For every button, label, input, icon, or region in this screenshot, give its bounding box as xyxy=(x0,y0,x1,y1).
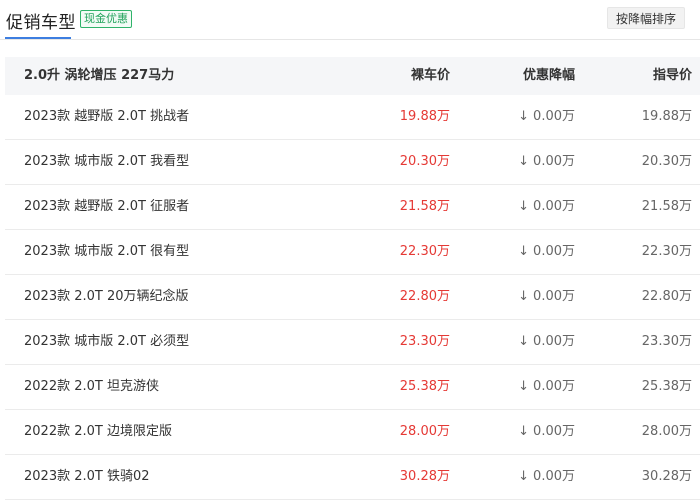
guide-price: 21.58万 xyxy=(641,199,692,214)
model-name[interactable]: 2022款 2.0T 坦克游侠 xyxy=(24,365,159,409)
model-name[interactable]: 2023款 2.0T 铁骑02 xyxy=(24,455,150,499)
table-row[interactable]: 2023款 城市版 2.0T 很有型 22.30万 ↓ 0.00万 22.30万 xyxy=(5,230,700,275)
discount-amount: 0.00万 xyxy=(533,334,575,349)
table-row[interactable]: 2023款 2.0T 20万辆纪念版 22.80万 ↓ 0.00万 22.80万 xyxy=(5,275,700,320)
discount-amount: 0.00万 xyxy=(533,109,575,124)
table-row[interactable]: 2022款 2.0T 坦克游侠 25.38万 ↓ 0.00万 25.38万 xyxy=(5,365,700,410)
table-row[interactable]: 2022款 2.0T 边境限定版 28.00万 ↓ 0.00万 28.00万 xyxy=(5,410,700,455)
discount-value: ↓ 0.00万 xyxy=(518,410,575,454)
bare-price: 22.30万 xyxy=(399,244,450,259)
table-row[interactable]: 2023款 城市版 2.0T 必须型 23.30万 ↓ 0.00万 23.30万 xyxy=(5,320,700,365)
promo-header: 促销车型 现金优惠 按降幅排序 xyxy=(0,0,700,40)
discount-amount: 0.00万 xyxy=(533,379,575,394)
discount-value: ↓ 0.00万 xyxy=(518,455,575,499)
discount-value: ↓ 0.00万 xyxy=(518,140,575,184)
arrow-down-icon: ↓ xyxy=(518,289,530,304)
table-body: 2023款 越野版 2.0T 挑战者 19.88万 ↓ 0.00万 19.88万 2023… xyxy=(5,95,700,500)
table-header: 2.0升 涡轮增压 227马力 裸车价 优惠降幅 指导价 xyxy=(5,57,700,95)
bare-price: 22.80万 xyxy=(399,289,450,304)
bare-price: 30.28万 xyxy=(399,469,450,484)
model-name[interactable]: 2023款 城市版 2.0T 我看型 xyxy=(24,140,189,184)
guide-price: 25.38万 xyxy=(641,379,692,394)
arrow-down-icon: ↓ xyxy=(518,469,530,484)
guide-price: 20.30万 xyxy=(641,154,692,169)
bare-price: 25.38万 xyxy=(399,379,450,394)
discount-amount: 0.00万 xyxy=(533,289,575,304)
table-row[interactable]: 2023款 越野版 2.0T 挑战者 19.88万 ↓ 0.00万 19.88万 xyxy=(5,95,700,140)
discount-value: ↓ 0.00万 xyxy=(518,95,575,139)
discount-amount: 0.00万 xyxy=(533,469,575,484)
discount-value: ↓ 0.00万 xyxy=(518,230,575,274)
discount-amount: 0.00万 xyxy=(533,154,575,169)
guide-price: 23.30万 xyxy=(641,334,692,349)
active-tab-underline xyxy=(5,37,71,39)
discount-amount: 0.00万 xyxy=(533,244,575,259)
table-row[interactable]: 2023款 城市版 2.0T 我看型 20.30万 ↓ 0.00万 20.30万 xyxy=(5,140,700,185)
bare-price: 23.30万 xyxy=(399,334,450,349)
col-header-guide: 指导价 xyxy=(652,68,692,83)
model-name[interactable]: 2023款 越野版 2.0T 挑战者 xyxy=(24,95,189,139)
arrow-down-icon: ↓ xyxy=(518,334,530,349)
model-name[interactable]: 2023款 城市版 2.0T 很有型 xyxy=(24,230,189,274)
arrow-down-icon: ↓ xyxy=(518,244,530,259)
discount-amount: 0.00万 xyxy=(533,424,575,439)
arrow-down-icon: ↓ xyxy=(518,109,530,124)
arrow-down-icon: ↓ xyxy=(518,424,530,439)
page-title: 促销车型 xyxy=(6,13,76,33)
guide-price: 30.28万 xyxy=(641,469,692,484)
discount-value: ↓ 0.00万 xyxy=(518,365,575,409)
model-name[interactable]: 2022款 2.0T 边境限定版 xyxy=(24,410,172,454)
promo-table: 2.0升 涡轮增压 227马力 裸车价 优惠降幅 指导价 2023款 越野版 2… xyxy=(5,57,700,500)
col-header-discount: 优惠降幅 xyxy=(522,68,575,83)
bare-price: 21.58万 xyxy=(399,199,450,214)
model-name[interactable]: 2023款 2.0T 20万辆纪念版 xyxy=(24,275,189,319)
discount-amount: 0.00万 xyxy=(533,199,575,214)
discount-value: ↓ 0.00万 xyxy=(518,275,575,319)
guide-price: 19.88万 xyxy=(641,109,692,124)
guide-price: 22.80万 xyxy=(641,289,692,304)
bare-price: 19.88万 xyxy=(399,109,450,124)
guide-price: 28.00万 xyxy=(641,424,692,439)
bare-price: 28.00万 xyxy=(399,424,450,439)
sort-by-discount-button[interactable]: 按降幅排序 xyxy=(607,7,685,29)
bare-price: 20.30万 xyxy=(399,154,450,169)
table-row[interactable]: 2023款 越野版 2.0T 征服者 21.58万 ↓ 0.00万 21.58万 xyxy=(5,185,700,230)
cash-discount-badge: 现金优惠 xyxy=(80,10,132,28)
col-header-price: 裸车价 xyxy=(410,68,450,83)
model-name[interactable]: 2023款 越野版 2.0T 征服者 xyxy=(24,185,189,229)
discount-value: ↓ 0.00万 xyxy=(518,185,575,229)
arrow-down-icon: ↓ xyxy=(518,199,530,214)
guide-price: 22.30万 xyxy=(641,244,692,259)
engine-group-label: 2.0升 涡轮增压 227马力 xyxy=(24,68,175,83)
arrow-down-icon: ↓ xyxy=(518,154,530,169)
discount-value: ↓ 0.00万 xyxy=(518,320,575,364)
table-row[interactable]: 2023款 2.0T 铁骑02 30.28万 ↓ 0.00万 30.28万 xyxy=(5,455,700,500)
arrow-down-icon: ↓ xyxy=(518,379,530,394)
model-name[interactable]: 2023款 城市版 2.0T 必须型 xyxy=(24,320,189,364)
